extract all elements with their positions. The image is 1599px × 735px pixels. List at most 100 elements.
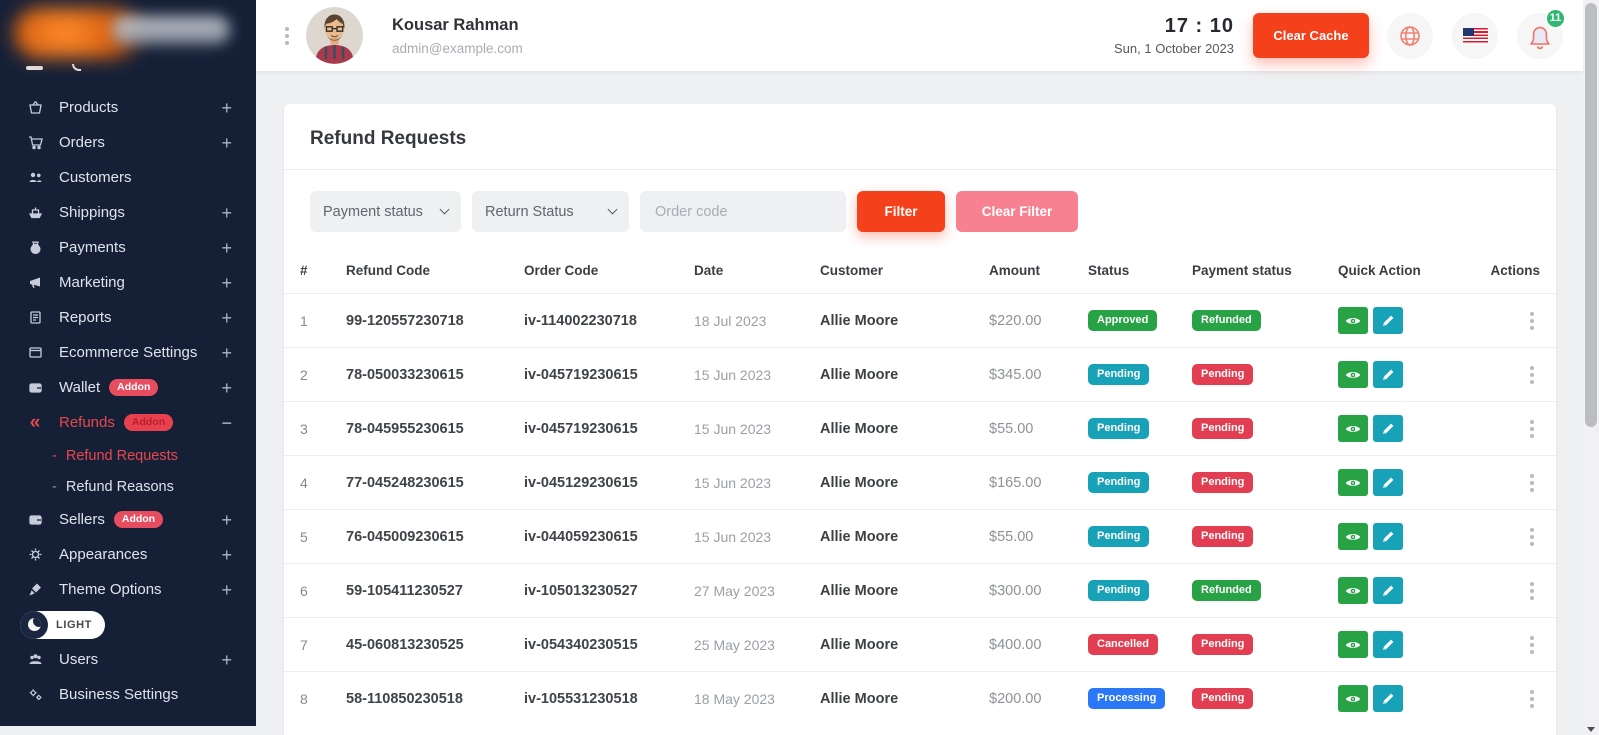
clipped-label-glyph	[72, 64, 81, 71]
people-icon	[26, 170, 44, 185]
expand-plus-icon[interactable]: +	[221, 581, 232, 599]
view-button[interactable]	[1338, 469, 1368, 496]
expand-plus-icon[interactable]: +	[221, 344, 232, 362]
main-content: Refund Requests Payment status Return St…	[256, 71, 1583, 735]
expand-plus-icon[interactable]: +	[221, 379, 232, 397]
sidebar-item-orders[interactable]: Orders +	[0, 125, 256, 160]
theme-toggle-row: LIGHT	[0, 607, 256, 642]
sidebar-item-products[interactable]: Products +	[0, 90, 256, 125]
refund-amount: $200.00	[989, 691, 1088, 707]
view-button[interactable]	[1338, 523, 1368, 550]
addon-badge: Addon	[109, 379, 158, 396]
basket-icon	[26, 100, 44, 115]
view-button[interactable]	[1338, 631, 1368, 658]
region-button[interactable]	[1452, 13, 1498, 59]
sidebar-collapse-kebab-icon[interactable]	[285, 27, 289, 45]
edit-button[interactable]	[1373, 361, 1403, 388]
expand-plus-icon[interactable]: +	[221, 309, 232, 327]
expand-plus-icon[interactable]: +	[221, 274, 232, 292]
sidebar-item-business-settings[interactable]: Business Settings	[0, 677, 256, 712]
view-button[interactable]	[1338, 361, 1368, 388]
edit-button[interactable]	[1373, 685, 1403, 712]
theme-toggle[interactable]: LIGHT	[20, 611, 105, 639]
money-bag-icon	[26, 240, 44, 255]
clear-filter-button[interactable]: Clear Filter	[956, 191, 1078, 232]
expand-plus-icon[interactable]: +	[221, 546, 232, 564]
filter-button[interactable]: Filter	[857, 191, 945, 232]
pencil-icon	[1382, 638, 1395, 651]
sidebar: Products + Orders + Customers Shippings …	[0, 0, 256, 726]
partially-visible-menu-item[interactable]	[0, 60, 256, 84]
notifications-button[interactable]: 11	[1517, 13, 1563, 59]
row-actions-kebab-icon[interactable]	[1530, 528, 1534, 546]
payment-status-select[interactable]: Payment status	[310, 191, 461, 232]
scroll-down-arrow-icon[interactable]	[1587, 727, 1595, 732]
row-number: 5	[300, 529, 346, 545]
sidebar-subitem-refund-reasons[interactable]: - Refund Reasons	[0, 471, 256, 502]
view-button[interactable]	[1338, 307, 1368, 334]
sidebar-item-marketing[interactable]: Marketing +	[0, 265, 256, 300]
expand-plus-icon[interactable]: +	[221, 239, 232, 257]
row-actions-kebab-icon[interactable]	[1530, 312, 1534, 330]
edit-button[interactable]	[1373, 577, 1403, 604]
sidebar-item-ecommerce-settings[interactable]: Ecommerce Settings +	[0, 335, 256, 370]
edit-button[interactable]	[1373, 307, 1403, 334]
scrollbar-thumb[interactable]	[1585, 3, 1597, 427]
order-code-input[interactable]	[640, 191, 846, 232]
row-actions-kebab-icon[interactable]	[1530, 690, 1534, 708]
view-button[interactable]	[1338, 577, 1368, 604]
status-badge: Pending	[1088, 418, 1149, 439]
sidebar-item-users[interactable]: Users +	[0, 642, 256, 677]
edit-button[interactable]	[1373, 631, 1403, 658]
sidebar-item-sellers[interactable]: Sellers Addon +	[0, 502, 256, 537]
sidebar-subitem-refund-requests[interactable]: - Refund Requests	[0, 440, 256, 471]
sidebar-item-refunds[interactable]: « Refunds Addon −	[0, 405, 256, 440]
refund-date: 15 Jun 2023	[694, 421, 820, 437]
sidebar-item-payments[interactable]: Payments +	[0, 230, 256, 265]
row-actions-kebab-icon[interactable]	[1530, 420, 1534, 438]
customer-name: Allie Moore	[820, 475, 989, 491]
row-actions-kebab-icon[interactable]	[1530, 474, 1534, 492]
sidebar-item-shippings[interactable]: Shippings +	[0, 195, 256, 230]
language-button[interactable]	[1387, 13, 1433, 59]
select-value: Return Status	[485, 204, 574, 220]
sidebar-item-reports[interactable]: Reports +	[0, 300, 256, 335]
expand-plus-icon[interactable]: +	[221, 511, 232, 529]
clear-cache-button[interactable]: Clear Cache	[1253, 13, 1369, 58]
sidebar-item-theme-options[interactable]: Theme Options +	[0, 572, 256, 607]
expand-plus-icon[interactable]: +	[221, 134, 232, 152]
view-button[interactable]	[1338, 685, 1368, 712]
sidebar-item-wallet[interactable]: Wallet Addon +	[0, 370, 256, 405]
row-actions-kebab-icon[interactable]	[1530, 582, 1534, 600]
sidebar-item-label: Sellers	[59, 511, 105, 528]
chevron-down-icon	[608, 205, 618, 215]
collapse-minus-icon[interactable]: −	[221, 414, 232, 432]
order-code: iv-045719230615	[524, 421, 694, 437]
expand-plus-icon[interactable]: +	[221, 651, 232, 669]
view-button[interactable]	[1338, 415, 1368, 442]
return-status-select[interactable]: Return Status	[472, 191, 629, 232]
expand-plus-icon[interactable]: +	[221, 204, 232, 222]
sidebar-item-label: Payments	[59, 239, 126, 256]
user-avatar[interactable]	[306, 7, 363, 64]
payment-status-badge: Pending	[1192, 472, 1253, 493]
sidebar-item-customers[interactable]: Customers	[0, 160, 256, 195]
app-logo[interactable]	[0, 0, 256, 60]
vertical-scrollbar[interactable]	[1583, 0, 1599, 735]
edit-button[interactable]	[1373, 469, 1403, 496]
expand-plus-icon[interactable]: +	[221, 99, 232, 117]
col-order-code: Order Code	[524, 263, 694, 278]
sidebar-item-label: Customers	[59, 169, 132, 186]
col-quick-action: Quick Action	[1338, 263, 1468, 278]
user-name: Kousar Rahman	[392, 16, 523, 35]
user-info[interactable]: Kousar Rahman admin@example.com	[392, 16, 523, 56]
row-actions-kebab-icon[interactable]	[1530, 636, 1534, 654]
sidebar-item-label: Marketing	[59, 274, 125, 291]
refund-amount: $165.00	[989, 475, 1088, 491]
megaphone-icon	[26, 275, 44, 290]
edit-button[interactable]	[1373, 415, 1403, 442]
edit-button[interactable]	[1373, 523, 1403, 550]
row-actions-kebab-icon[interactable]	[1530, 366, 1534, 384]
sidebar-item-appearances[interactable]: Appearances +	[0, 537, 256, 572]
pencil-icon	[1382, 476, 1395, 489]
